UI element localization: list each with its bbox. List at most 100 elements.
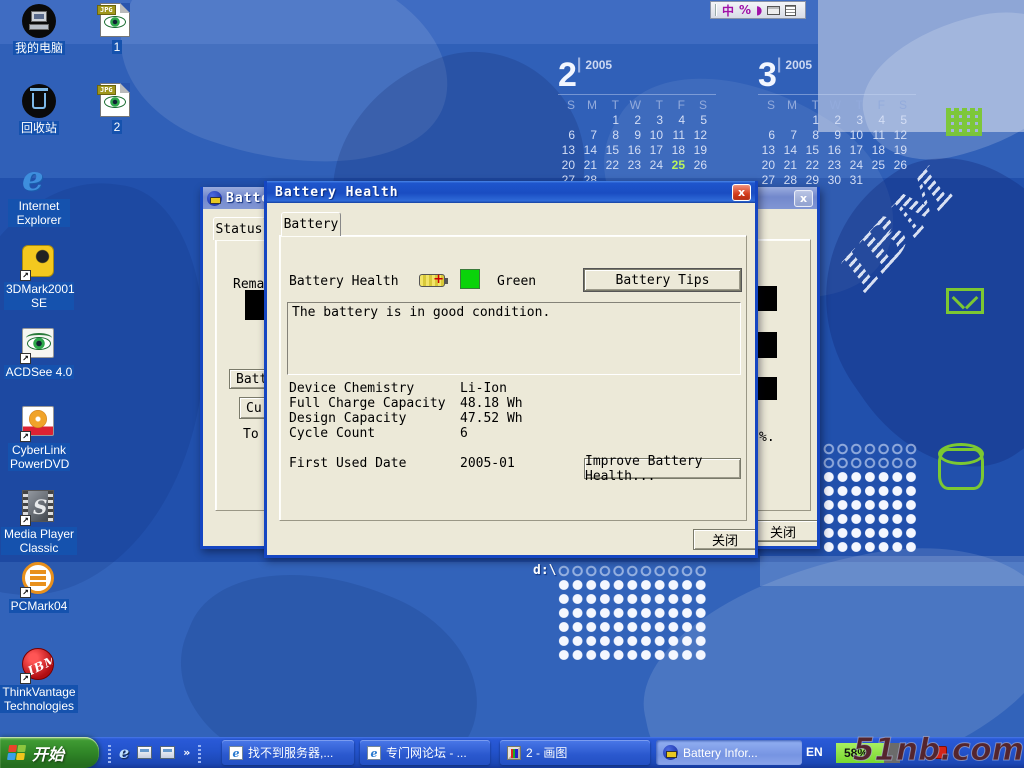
calendar-day: 19 xyxy=(690,143,712,158)
calendar-day: 12 xyxy=(690,128,712,143)
close-button[interactable]: 关闭 xyxy=(693,529,755,550)
tab-status[interactable]: Status xyxy=(213,217,265,240)
calendar-day: 2 xyxy=(824,113,846,128)
calendar-day-header: F xyxy=(868,98,890,113)
quick-launch-overflow-chevron[interactable]: » xyxy=(183,746,190,759)
task-button-paint[interactable]: 2 - 画图 xyxy=(500,740,650,765)
health-status-color-swatch xyxy=(460,269,480,289)
percent-label: %. xyxy=(759,430,775,445)
calendar-day: 29 xyxy=(802,173,824,188)
calendar-day: 10 xyxy=(846,128,868,143)
field-label: Design Capacity xyxy=(289,411,406,426)
calendar-day-header: S xyxy=(758,98,780,113)
ime-fullwidth-icon[interactable]: % xyxy=(739,3,751,17)
battery-tips-button[interactable]: Battery Tips xyxy=(584,269,741,291)
improve-battery-health-button[interactable]: Improve Battery Health... xyxy=(584,458,741,479)
calendar-day: 11 xyxy=(668,128,690,143)
calendar-day: 3 xyxy=(846,113,868,128)
calendar-day: 15 xyxy=(602,143,624,158)
ime-chinese-mode-icon[interactable]: 中 xyxy=(722,2,734,19)
calendar-day: 24 xyxy=(846,158,868,173)
quick-launch-ie-icon[interactable]: e xyxy=(119,743,129,762)
task-button-server-not-found[interactable]: e 找不到服务器,... xyxy=(222,740,354,765)
media-player-classic-icon: S↗ xyxy=(22,490,56,524)
close-icon[interactable]: x xyxy=(732,184,751,201)
tab-battery[interactable]: Battery xyxy=(281,212,341,236)
calendar-day: 2 xyxy=(624,113,646,128)
calendar-day-header: M xyxy=(580,98,602,113)
shortcut-arrow-icon: ↗ xyxy=(20,431,31,442)
desktop-icon-jpg-1[interactable]: JPG 1 xyxy=(92,3,142,54)
desktop-icon-thinkvantage[interactable]: IBM↗ ThinkVantage Technologies xyxy=(0,648,78,713)
desktop-icon-pcmark04[interactable]: ↗ PCMark04 xyxy=(0,562,78,613)
desktop-icon-media-player-classic[interactable]: S↗ Media Player Classic xyxy=(0,490,78,555)
battery-health-titlebar[interactable]: Battery Health x xyxy=(267,181,755,203)
start-button[interactable]: 开始 xyxy=(0,737,99,768)
language-bar-grip[interactable] xyxy=(715,4,717,16)
calendar-day: 16 xyxy=(824,143,846,158)
desktop-icon-powerdvd[interactable]: ↗ CyberLink PowerDVD xyxy=(0,406,78,471)
quick-launch-outlook-icon[interactable] xyxy=(137,746,152,759)
toolbar-grip[interactable] xyxy=(198,743,201,763)
calendar-day: 22 xyxy=(802,158,824,173)
calendar-day: 21 xyxy=(580,158,602,173)
jpg-file-icon: JPG xyxy=(100,83,134,117)
calendar-grid: SMTWTFS123456789101112131415161718192021… xyxy=(758,94,916,188)
field-value: 2005-01 xyxy=(460,456,515,471)
calendar-day: 3 xyxy=(646,113,668,128)
calendar-day: 17 xyxy=(646,143,668,158)
ime-punctuation-icon[interactable]: ◗ xyxy=(756,3,762,17)
field-label: Device Chemistry xyxy=(289,381,414,396)
condition-textbox[interactable]: The battery is in good condition. xyxy=(287,302,741,375)
shortcut-arrow-icon: ↗ xyxy=(20,353,31,364)
task-button-forum[interactable]: e 专门网论坛 - ... xyxy=(360,740,490,765)
calendar-day: 19 xyxy=(890,143,912,158)
calendar-day: 30 xyxy=(824,173,846,188)
calendar-day-header: W xyxy=(624,98,646,113)
calendar-day: 15 xyxy=(802,143,824,158)
dots-pattern-bottom xyxy=(557,578,709,662)
drive-label: d:\ xyxy=(533,563,556,578)
close-icon[interactable]: x xyxy=(794,190,813,207)
battery-info-icon xyxy=(207,191,222,206)
soft-keyboard-icon[interactable] xyxy=(767,6,780,15)
wallpaper-cylinder-icon xyxy=(938,448,984,490)
battery-image xyxy=(757,377,777,400)
calendar-day: 23 xyxy=(624,158,646,173)
calendar-day-header: T xyxy=(602,98,624,113)
language-indicator[interactable]: EN xyxy=(806,745,823,759)
ie-page-icon: e xyxy=(367,746,381,760)
desktop-icon-recycle-bin[interactable]: 回收站 xyxy=(0,84,78,135)
toolbar-grip[interactable] xyxy=(108,743,111,763)
calendar-day: 21 xyxy=(780,158,802,173)
calendar-day: 8 xyxy=(802,128,824,143)
calendar-day: 7 xyxy=(580,128,602,143)
calendar-day: 31 xyxy=(846,173,868,188)
desktop-icon-my-computer[interactable]: 我的电脑 xyxy=(0,4,78,55)
desktop-icon-internet-explorer[interactable]: e Internet Explorer xyxy=(0,162,78,227)
shortcut-arrow-icon: ↗ xyxy=(20,587,31,598)
ime-menu-icon[interactable] xyxy=(785,5,796,16)
calendar-day: 17 xyxy=(846,143,868,158)
calendar-day: 13 xyxy=(558,143,580,158)
quick-launch-show-desktop-icon[interactable] xyxy=(160,746,175,759)
field-label: First Used Date xyxy=(289,456,406,471)
language-bar[interactable]: 中 % ◗ xyxy=(710,1,806,19)
wallpaper-envelope-icon xyxy=(946,288,984,314)
calendar-day: 20 xyxy=(758,158,780,173)
field-label: Cycle Count xyxy=(289,426,375,441)
task-button-battery-information[interactable]: Battery Infor... xyxy=(656,740,802,765)
calendar-day: 27 xyxy=(758,173,780,188)
thinkvantage-icon: IBM↗ xyxy=(22,648,56,682)
calendar-day: 5 xyxy=(690,113,712,128)
calendar-day: 24 xyxy=(646,158,668,173)
calendar-day-header: S xyxy=(690,98,712,113)
internet-explorer-icon: e xyxy=(22,162,56,196)
desktop-icon-jpg-2[interactable]: JPG 2 xyxy=(92,83,142,134)
calendar-day: 9 xyxy=(824,128,846,143)
desktop-icon-acdsee[interactable]: ↗ ACDSee 4.0 xyxy=(0,328,78,379)
field-value: 48.18 Wh xyxy=(460,396,523,411)
battery-image xyxy=(757,332,777,358)
desktop-icon-3dmark2001[interactable]: ↗ 3DMark2001 SE xyxy=(0,245,78,310)
calendar-day: 7 xyxy=(780,128,802,143)
